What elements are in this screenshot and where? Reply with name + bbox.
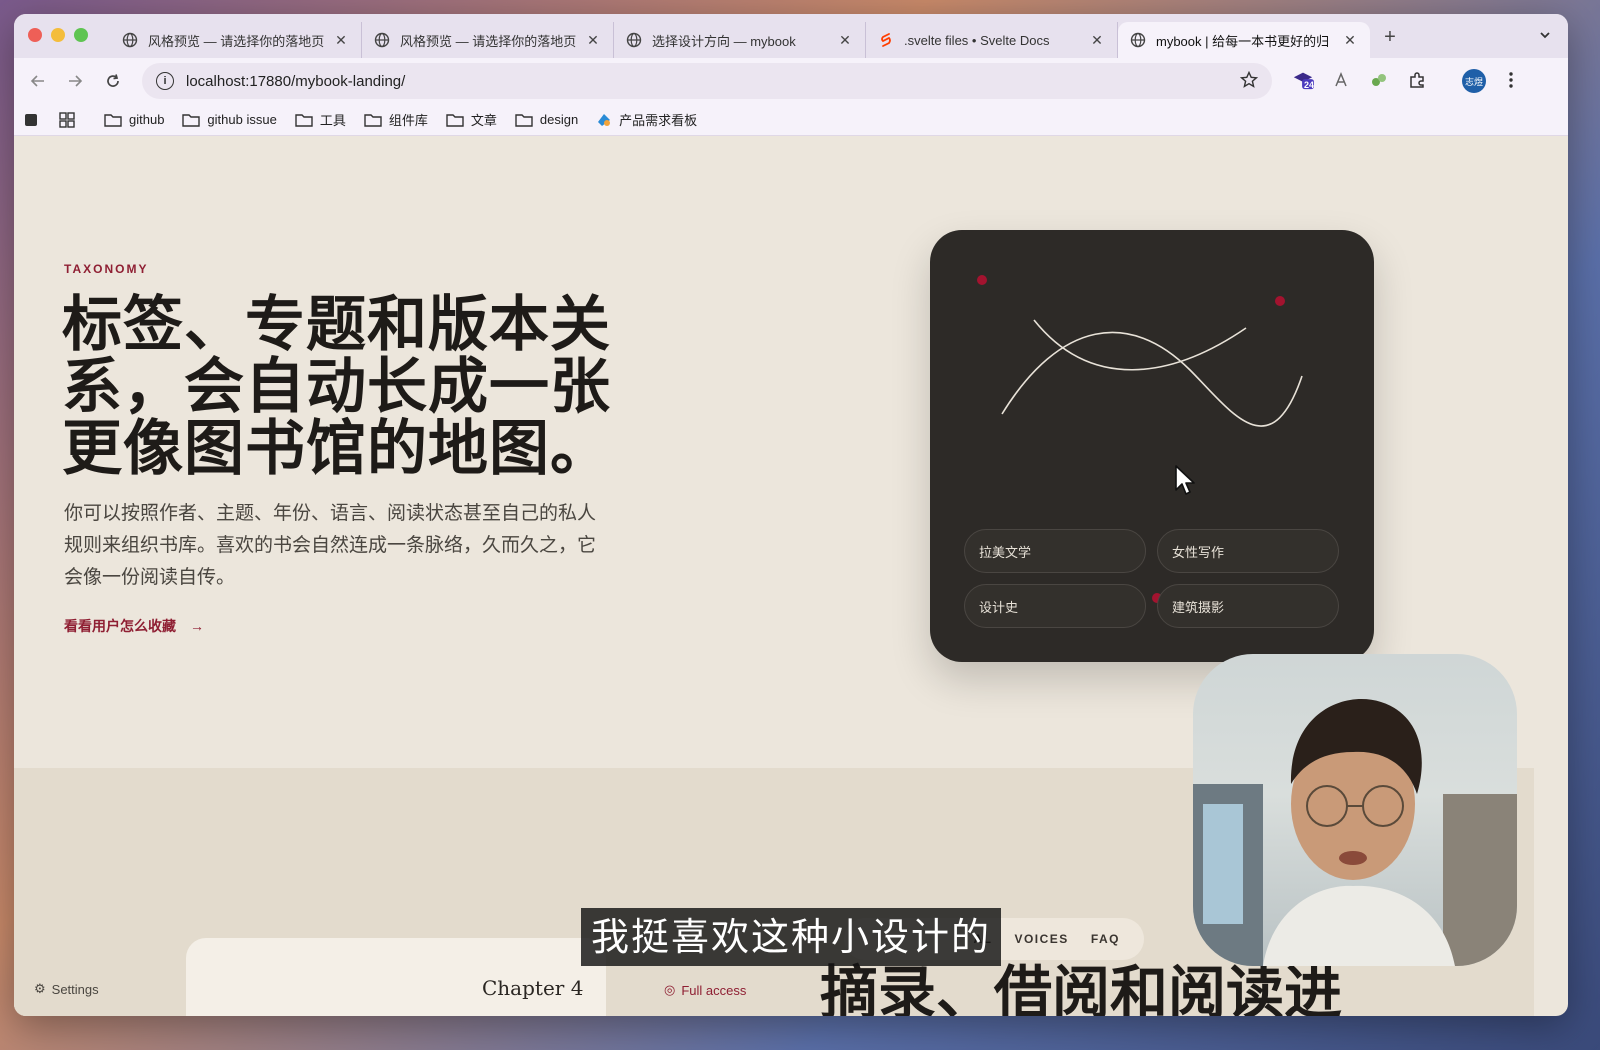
node-dot — [1275, 296, 1285, 306]
globe-icon — [122, 32, 138, 48]
bookmark-label: 工具 — [319, 113, 346, 128]
browser-toolbar: i localhost:17880/mybook-landing/ 24 志煜 — [14, 58, 1568, 104]
folder-icon — [182, 113, 201, 127]
maximize-window-button[interactable] — [74, 28, 88, 42]
bookmarks-bar: github github issue 工具 组件库 文章 design 产品需… — [14, 104, 1568, 136]
section-eyebrow: TAXONOMY — [64, 262, 149, 276]
gear-icon: ⚙ — [34, 981, 46, 996]
video-subtitle: 我挺喜欢这种小设计的 — [581, 908, 1002, 966]
app-icon — [598, 113, 611, 126]
tab-close-icon[interactable]: ✕ — [1342, 32, 1358, 49]
extension-badge: 24 — [1304, 80, 1315, 90]
description-line: 规则来组织书库。喜欢的书会自然连成一条脉络，久而久之，它 — [64, 535, 597, 556]
site-info-icon[interactable]: i — [156, 72, 174, 90]
tab-title: .svelte files • Svelte Docs — [904, 32, 1050, 48]
full-access-link[interactable]: ◎ Full access — [664, 982, 746, 998]
new-tab-button[interactable]: + — [1378, 26, 1402, 49]
bookmark-articles[interactable]: 文章 — [446, 110, 497, 129]
bookmark-github[interactable]: github — [104, 112, 164, 127]
tab-close-icon[interactable]: ✕ — [585, 32, 601, 49]
browser-tab[interactable]: 风格预览 — 请选择你的落地页 ✕ — [362, 22, 614, 58]
close-window-button[interactable] — [28, 28, 42, 42]
url-text: localhost:17880/mybook-landing/ — [186, 72, 406, 90]
tag-chip[interactable]: 女性写作 — [1157, 529, 1339, 573]
headline-line: 更像图书馆的地图。 — [62, 414, 611, 484]
tab-close-icon[interactable]: ✕ — [1089, 32, 1105, 49]
address-bar[interactable]: i localhost:17880/mybook-landing/ — [142, 63, 1272, 99]
folder-icon — [104, 113, 122, 127]
headline-line: 系，会自动长成一张 — [62, 352, 611, 422]
bookmark-github-issue[interactable]: github issue — [182, 112, 277, 127]
browser-tab[interactable]: 选择设计方向 — mybook ✕ — [614, 22, 866, 58]
svelte-icon — [878, 32, 894, 48]
tab-title: 选择设计方向 — mybook — [652, 33, 796, 49]
chapter-label: Chapter 4 — [482, 976, 584, 1000]
mouse-cursor-icon — [1175, 465, 1195, 495]
bookmark-design[interactable]: design — [515, 112, 578, 127]
window-controls — [28, 28, 88, 42]
minimize-window-button[interactable] — [51, 28, 65, 42]
bookmark-square-icon[interactable] — [24, 113, 45, 127]
leaf-extension-icon[interactable] — [1368, 69, 1390, 91]
profile-avatar[interactable]: 志煜 — [1462, 69, 1486, 93]
globe-icon — [626, 32, 642, 48]
globe-icon — [1130, 32, 1146, 48]
forward-icon[interactable] — [61, 67, 89, 95]
back-icon[interactable] — [24, 67, 52, 95]
tag-chip[interactable]: 拉美文学 — [964, 529, 1146, 573]
taxonomy-card: 拉美文学 女性写作 设计史 建筑摄影 — [930, 230, 1374, 662]
tag-chip[interactable]: 建筑摄影 — [1157, 584, 1339, 628]
bookmark-label: 产品需求看板 — [619, 113, 698, 128]
folder-icon — [295, 113, 313, 127]
tab-title: mybook | 给每一本书更好的归 — [1156, 33, 1330, 49]
extension-graduation-icon[interactable]: 24 — [1292, 69, 1314, 91]
full-access-label: Full access — [681, 982, 747, 998]
bookmark-label: github issue — [207, 112, 277, 127]
bookmark-product-board[interactable]: 产品需求看板 — [596, 110, 697, 129]
tag-chip[interactable]: 设计史 — [964, 584, 1146, 628]
headline-line: 标签、专题和版本关 — [62, 290, 611, 360]
folder-icon — [515, 113, 533, 127]
description-line: 会像一份阅读自传。 — [64, 567, 236, 588]
tab-title: 风格预览 — 请选择你的落地页 — [400, 33, 577, 49]
folder-icon — [446, 113, 464, 127]
tab-search-icon[interactable] — [1538, 28, 1552, 45]
node-dot — [977, 275, 987, 285]
cta-link[interactable]: 看看用户怎么收藏 → — [64, 616, 204, 636]
description-line: 你可以按照作者、主题、年份、语言、阅读状态甚至自己的私人 — [64, 503, 597, 524]
folder-icon — [364, 113, 382, 127]
browser-tab-active[interactable]: mybook | 给每一本书更好的归 ✕ — [1118, 22, 1370, 58]
bookmark-label: 文章 — [470, 113, 497, 128]
webcam-overlay — [1193, 654, 1517, 966]
extensions-puzzle-icon[interactable] — [1406, 69, 1428, 91]
tab-close-icon[interactable]: ✕ — [333, 32, 349, 49]
bookmark-label: 组件库 — [388, 113, 428, 128]
hero-description: 你可以按照作者、主题、年份、语言、阅读状态甚至自己的私人 规则来组织书库。喜欢的… — [64, 498, 654, 594]
settings-label: Settings — [51, 981, 99, 997]
bookmark-tools[interactable]: 工具 — [295, 110, 346, 129]
browser-tab[interactable]: .svelte files • Svelte Docs ✕ — [866, 22, 1118, 58]
bookmark-label: design — [539, 112, 579, 127]
bookmark-label: github — [129, 112, 165, 127]
hero-headline: 标签、专题和版本关 系，会自动长成一张 更像图书馆的地图。 — [62, 294, 622, 480]
lock-icon: ◎ — [664, 982, 676, 997]
browser-tab[interactable]: 风格预览 — 请选择你的落地页 ✕ — [110, 22, 362, 58]
tab-list: 风格预览 — 请选择你的落地页 ✕ 风格预览 — 请选择你的落地页 ✕ 选择设计… — [110, 22, 1370, 58]
apps-grid-icon[interactable] — [59, 111, 82, 128]
subnav-item[interactable]: FAQ — [1091, 932, 1120, 946]
bookmark-star-icon[interactable] — [1239, 70, 1259, 94]
reload-icon[interactable] — [99, 67, 127, 95]
tab-strip: 风格预览 — 请选择你的落地页 ✕ 风格预览 — 请选择你的落地页 ✕ 选择设计… — [14, 14, 1568, 58]
presenter-video — [1193, 699, 1517, 966]
translate-extension-icon[interactable] — [1330, 69, 1352, 91]
tab-close-icon[interactable]: ✕ — [837, 32, 853, 49]
arrow-right-icon: → — [190, 618, 204, 634]
bookmark-components[interactable]: 组件库 — [364, 110, 428, 129]
more-menu-icon[interactable] — [1500, 69, 1522, 91]
cta-label: 看看用户怎么收藏 — [64, 618, 176, 634]
tab-title: 风格预览 — 请选择你的落地页 — [148, 33, 325, 49]
settings-link[interactable]: ⚙ Settings — [34, 981, 99, 997]
subnav-item[interactable]: VOICES — [1014, 932, 1068, 946]
globe-icon — [374, 32, 390, 48]
